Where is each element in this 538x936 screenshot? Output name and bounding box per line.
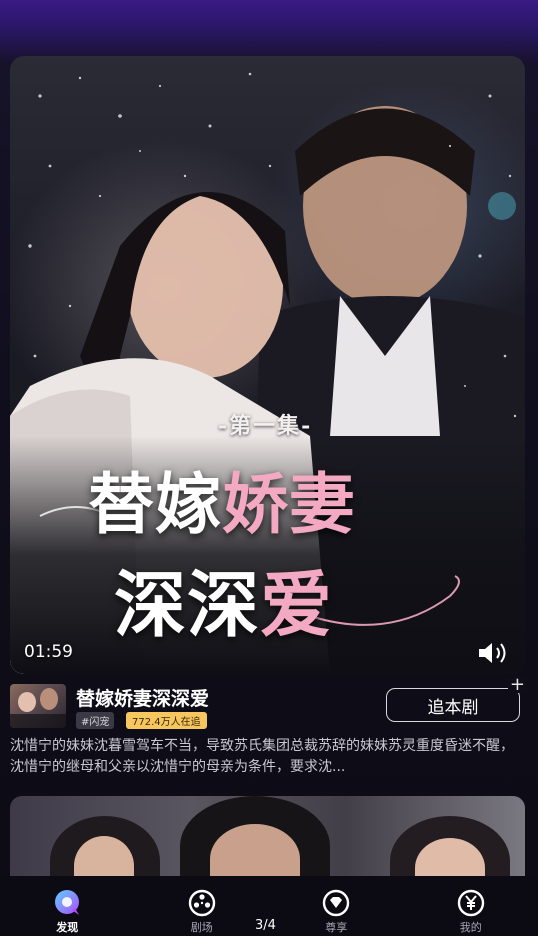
film-reel-icon	[188, 889, 215, 917]
diamond-icon	[323, 889, 350, 917]
poster-title-line-2: 深深爱	[114, 546, 333, 651]
plus-icon: +	[507, 674, 527, 695]
drama-thumbnail[interactable]	[10, 684, 66, 728]
poster-title-pink-2: 爱	[260, 562, 334, 647]
genre-tag: #闪宠	[76, 712, 115, 729]
speaker-icon[interactable]	[477, 640, 511, 666]
nav-item-profile[interactable]: 我的	[404, 876, 538, 936]
poster-title-white-2: 深深	[114, 562, 261, 647]
nav-label-discover: 发现	[56, 921, 79, 934]
follow-button-label: 追本剧	[427, 697, 479, 718]
nav-label-profile: 我的	[459, 921, 482, 934]
yen-icon	[457, 889, 484, 917]
nav-label-theater: 剧场	[190, 921, 213, 934]
nav-item-premium[interactable]: 尊享	[269, 876, 404, 936]
poster-title-pink-1: 娇妻	[222, 465, 356, 543]
followers-tag: 772.4万人在追	[126, 712, 207, 729]
nav-label-premium: 尊享	[325, 921, 348, 934]
video-timecode: 01:59	[24, 642, 73, 662]
poster-title-white-1: 替嫁	[88, 465, 222, 543]
video-player[interactable]: -第一集- 替嫁娇妻 深深爱 01:59	[10, 56, 525, 674]
drama-description: 沈惜宁的妹妹沈暮雪驾车不当，导致苏氏集团总裁苏辞的妹妹苏灵重度昏迷不醒，沈惜宁的…	[10, 738, 514, 775]
nav-item-discover[interactable]: 发现	[0, 876, 135, 936]
drama-title[interactable]: 替嫁娇妻深深爱	[76, 684, 209, 711]
follow-drama-button[interactable]: 追本剧 +	[386, 676, 527, 722]
next-video-card[interactable]	[10, 796, 525, 886]
poster-title-line-1: 替嫁娇妻	[88, 451, 356, 547]
discover-icon	[55, 890, 80, 915]
page-indicator: 3/4	[255, 918, 276, 933]
episode-badge: -第一集-	[218, 413, 313, 439]
nav-item-theater[interactable]: 剧场	[135, 876, 270, 936]
